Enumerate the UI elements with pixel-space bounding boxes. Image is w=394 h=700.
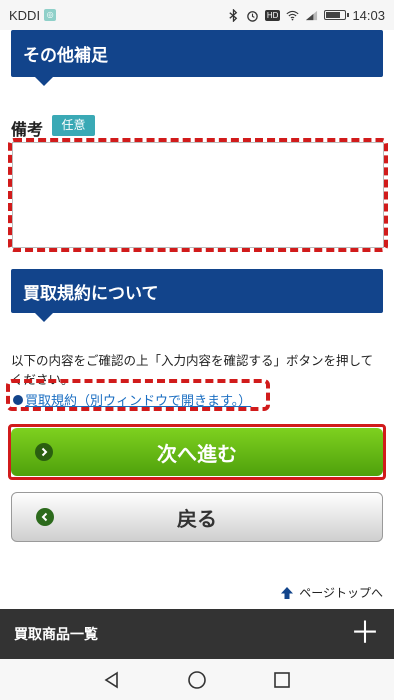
bullet-icon — [13, 394, 23, 405]
bluetooth-icon — [229, 8, 238, 22]
remarks-label: 備考 — [11, 120, 44, 139]
section-title-terms: 買取規約について — [23, 283, 159, 304]
chevron-right-icon — [35, 443, 53, 461]
battery-icon — [324, 10, 350, 20]
optional-badge: 任意 — [52, 115, 95, 136]
next-button-label: 次へ進む — [157, 441, 237, 466]
agreement-text: 以下の内容をご確認の上「入力内容を確認する」ボタンを押してください。 — [11, 353, 374, 387]
status-bar: KDDI ◎ HD 14:03 — [0, 0, 394, 30]
page-top-link[interactable]: ページトップへ — [279, 584, 383, 601]
section-header-terms: 買取規約について — [11, 269, 383, 322]
terms-link[interactable]: 買取規約（別ウィンドウで開きます。） — [25, 390, 251, 409]
clock: 14:03 — [352, 7, 385, 23]
recents-nav-icon[interactable] — [273, 671, 291, 689]
back-button[interactable]: 戻る — [11, 492, 383, 542]
plus-icon[interactable]: ＋ — [350, 619, 380, 649]
section-header-other: その他補足 — [11, 30, 383, 86]
purchase-items-bar[interactable]: 買取商品一覧 ＋ — [0, 609, 394, 659]
purchase-items-title: 買取商品一覧 — [14, 627, 98, 643]
alarm-icon — [247, 10, 258, 22]
up-arrow-icon — [281, 586, 294, 599]
hd-voice-icon: HD — [264, 9, 281, 21]
page-top-label: ページトップへ — [299, 586, 383, 600]
chevron-left-icon — [36, 508, 54, 526]
status-icons: HD 14:03 — [227, 8, 385, 23]
section-title-other: その他補足 — [23, 46, 108, 66]
home-nav-icon[interactable] — [187, 670, 207, 690]
carrier-name: KDDI — [9, 7, 41, 23]
back-nav-icon[interactable] — [103, 671, 121, 689]
terms-link-row: 買取規約（別ウィンドウで開きます。） — [13, 390, 251, 409]
system-nav-bar — [0, 659, 394, 700]
carrier-badge-icon: ◎ — [44, 9, 57, 21]
signal-icon — [306, 10, 318, 20]
remarks-textarea[interactable] — [12, 142, 384, 248]
wifi-icon — [286, 10, 300, 20]
back-button-label: 戻る — [177, 506, 217, 531]
next-button[interactable]: 次へ進む — [11, 428, 383, 476]
